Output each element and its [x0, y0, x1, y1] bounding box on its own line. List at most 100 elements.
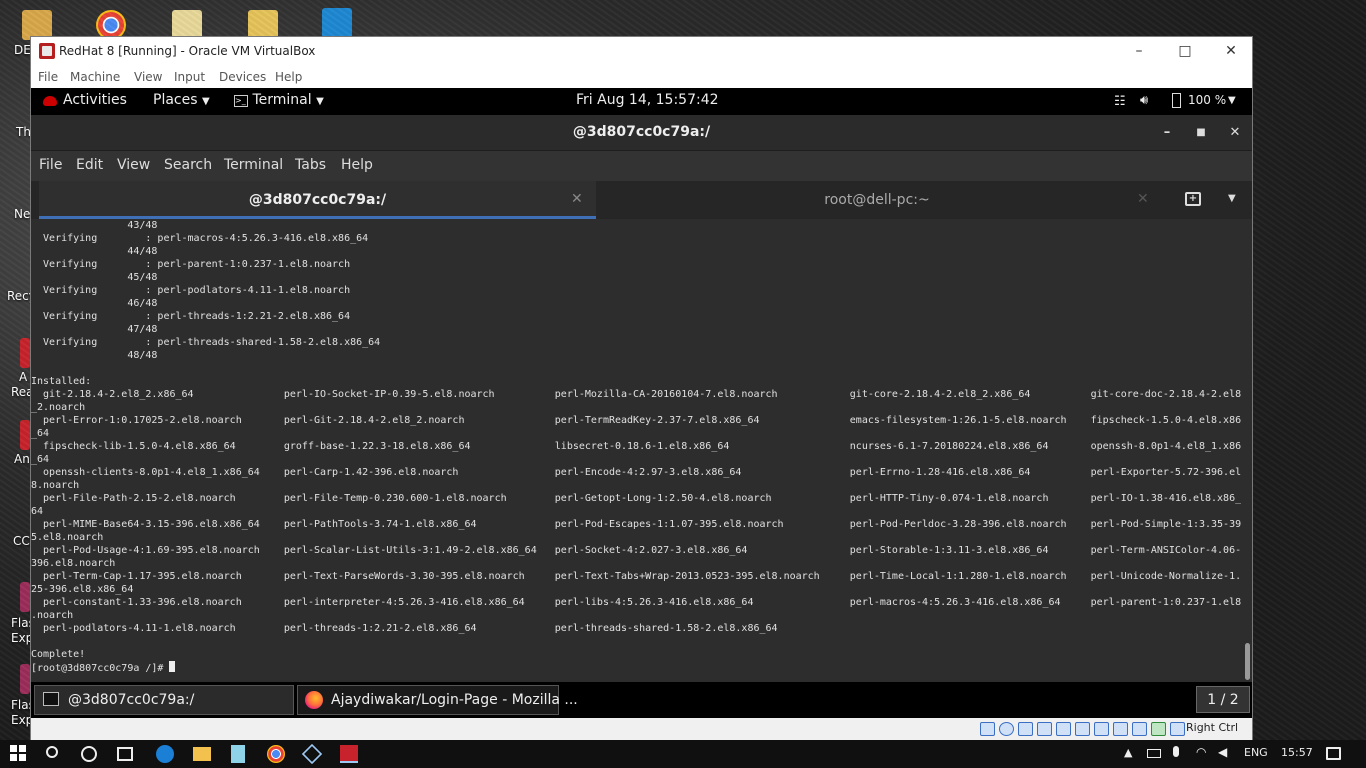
terminal-window-title: @3d807cc0c79a:/: [572, 124, 711, 140]
terminal-headerbar[interactable]: @3d807cc0c79a:/ – ■ ✕: [31, 115, 1252, 151]
vbox-menu-file[interactable]: File: [38, 70, 58, 84]
windows-start-icon[interactable]: [10, 745, 26, 761]
action-center-icon[interactable]: [1326, 747, 1341, 760]
display-icon[interactable]: [1094, 722, 1109, 736]
terminal-menu-edit[interactable]: Edit: [76, 157, 103, 173]
chrome-taskbar-icon[interactable]: [267, 745, 285, 763]
terminal-output-area[interactable]: 43/48 Verifying : perl-macros-4:5.26.3-4…: [31, 219, 1249, 682]
task-view-icon[interactable]: [117, 747, 133, 761]
close-tab-icon[interactable]: ✕: [1137, 191, 1149, 207]
tab-root-dell-pc[interactable]: root@dell-pc:~ ✕: [597, 181, 1157, 219]
mouse-integration-icon[interactable]: [1170, 722, 1185, 736]
terminal-menu-terminal[interactable]: Terminal: [224, 157, 283, 173]
taskbar-item-terminal[interactable]: @3d807cc0c79a:/: [34, 685, 294, 715]
terminal-prompt: [root@3d807cc0c79a /]#: [31, 663, 170, 674]
close-tab-icon[interactable]: ✕: [571, 191, 583, 207]
close-icon[interactable]: ✕: [1208, 37, 1254, 66]
places-menu[interactable]: Places ▼: [153, 92, 210, 108]
vbox-window-title: RedHat 8 [Running] - Oracle VM VirtualBo…: [59, 44, 316, 58]
taskbar-item-firefox[interactable]: Ajaydiwakar/Login-Page - Mozilla ...: [297, 685, 578, 715]
cpu-icon[interactable]: [1132, 722, 1147, 736]
microphone-icon[interactable]: [1173, 746, 1179, 757]
edge-icon[interactable]: [156, 745, 174, 763]
virtualbox-logo-icon: [39, 43, 55, 59]
hard-disk-icon[interactable]: [980, 722, 995, 736]
desktop-label: A: [19, 370, 28, 384]
terminal-menu-search[interactable]: Search: [164, 157, 212, 173]
terminal-output-text: 43/48 Verifying : perl-macros-4:5.26.3-4…: [31, 220, 1241, 660]
desktop-label: DE: [14, 43, 31, 57]
virtualbox-manager-icon[interactable]: [301, 743, 323, 765]
pdf-icon[interactable]: [20, 420, 30, 450]
vbox-status-bar: Right Ctrl: [31, 718, 1252, 740]
terminal-app-icon: >_: [234, 95, 248, 107]
desktop-label: An: [14, 452, 30, 466]
recording-icon[interactable]: [1113, 722, 1128, 736]
network-icon[interactable]: ☷: [1114, 94, 1126, 109]
battery-icon[interactable]: [1172, 93, 1181, 108]
guest-screen: Activities Places ▼ >_ Terminal ▼ Fri Au…: [31, 88, 1252, 718]
pdf-icon[interactable]: [20, 338, 30, 368]
terminal-menu-view[interactable]: View: [117, 157, 150, 173]
terminal-app-label: Terminal: [252, 92, 312, 108]
flash-icon[interactable]: [20, 664, 30, 694]
terminal-app-menu[interactable]: >_ Terminal ▼: [234, 92, 324, 108]
input-language[interactable]: ENG: [1244, 746, 1268, 759]
network-adapter-icon[interactable]: [1037, 722, 1052, 736]
vbox-menu-machine[interactable]: Machine: [70, 70, 120, 84]
wifi-icon[interactable]: ◠: [1196, 745, 1206, 759]
firefox-icon: [305, 691, 323, 709]
clock[interactable]: Fri Aug 14, 15:57:42: [576, 92, 719, 108]
gnome-top-bar: Activities Places ▼ >_ Terminal ▼ Fri Au…: [31, 88, 1252, 115]
virtualbox-window: RedHat 8 [Running] - Oracle VM VirtualBo…: [30, 36, 1253, 740]
system-clock[interactable]: 15:57: [1281, 746, 1313, 759]
file-explorer-icon[interactable]: [193, 747, 211, 761]
maximize-icon[interactable]: ■: [1192, 124, 1210, 142]
vscode-icon[interactable]: [322, 8, 352, 38]
terminal-window: @3d807cc0c79a:/ – ■ ✕ File Edit View Sea…: [31, 115, 1252, 682]
terminal-scrollbar[interactable]: [1245, 643, 1250, 680]
vbox-menu-devices[interactable]: Devices: [219, 70, 266, 84]
notepad-icon[interactable]: [231, 745, 245, 763]
vbox-menu-help[interactable]: Help: [275, 70, 302, 84]
battery-tray-icon[interactable]: [1147, 749, 1161, 758]
vbox-menubar: File Machine View Input Devices Help: [31, 67, 1252, 87]
battery-level: 100 %: [1188, 93, 1227, 107]
terminal-icon: [43, 692, 59, 706]
vbox-menu-input[interactable]: Input: [174, 70, 205, 84]
search-icon[interactable]: [46, 746, 58, 758]
tab-active-terminal[interactable]: @3d807cc0c79a:/ ✕: [39, 181, 596, 219]
guest-window-list: @3d807cc0c79a:/ Ajaydiwakar/Login-Page -…: [31, 682, 1252, 718]
system-menu-chevron-icon[interactable]: ▼: [1228, 95, 1236, 106]
tab-label: root@dell-pc:~: [824, 192, 930, 208]
activities-button[interactable]: Activities: [63, 92, 127, 108]
tabs-menu-chevron-icon[interactable]: ▼: [1228, 193, 1236, 204]
guest-additions-icon[interactable]: [1151, 722, 1166, 736]
optical-drive-icon[interactable]: [999, 722, 1014, 736]
shared-folders-icon[interactable]: [1075, 722, 1090, 736]
flash-icon[interactable]: [20, 582, 30, 612]
workspace-indicator[interactable]: 1 / 2: [1196, 686, 1250, 713]
terminal-menubar: File Edit View Search Terminal Tabs Help: [31, 151, 1252, 181]
virtualbox-vm-taskbar-icon[interactable]: [340, 745, 358, 763]
terminal-menu-file[interactable]: File: [39, 157, 62, 173]
terminal-menu-help[interactable]: Help: [341, 157, 373, 173]
audio-icon[interactable]: [1018, 722, 1033, 736]
chevron-down-icon: ▼: [201, 96, 210, 107]
minimize-icon[interactable]: –: [1158, 124, 1176, 142]
show-hidden-icons-chevron[interactable]: ▲: [1124, 746, 1132, 759]
redhat-icon: [43, 96, 57, 106]
terminal-tab-bar: @3d807cc0c79a:/ ✕ root@dell-pc:~ ✕ + ▼: [31, 181, 1252, 219]
new-tab-icon[interactable]: +: [1185, 192, 1201, 206]
minimize-icon[interactable]: –: [1116, 37, 1162, 66]
vbox-titlebar[interactable]: RedHat 8 [Running] - Oracle VM VirtualBo…: [31, 37, 1252, 66]
usb-icon[interactable]: [1056, 722, 1071, 736]
volume-icon[interactable]: 🔊︎: [1140, 93, 1148, 108]
windows-taskbar: ▲ ◠ ◀ ENG 15:57: [0, 740, 1366, 768]
maximize-icon[interactable]: □: [1162, 37, 1208, 66]
cortana-icon[interactable]: [81, 746, 97, 762]
close-icon[interactable]: ✕: [1226, 124, 1244, 142]
terminal-menu-tabs[interactable]: Tabs: [295, 157, 326, 173]
vbox-menu-view[interactable]: View: [134, 70, 162, 84]
volume-tray-icon[interactable]: ◀: [1218, 745, 1227, 759]
